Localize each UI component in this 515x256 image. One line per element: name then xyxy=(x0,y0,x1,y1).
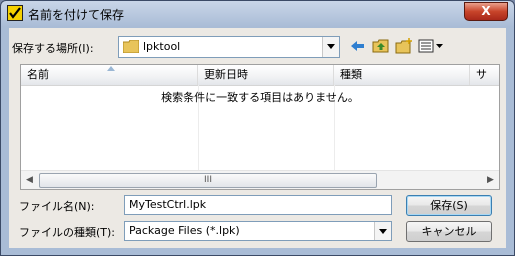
sort-ascending-icon xyxy=(107,66,115,71)
column-header-type[interactable]: 種類 xyxy=(334,65,470,85)
location-combo[interactable]: lpktool xyxy=(118,36,340,58)
file-list[interactable]: 名前 更新日時 種類 サ 検索条件に一致する項目はありません。 ◀ III ▶ xyxy=(20,64,500,190)
scroll-right-icon[interactable]: ▶ xyxy=(482,171,499,189)
column-header-name[interactable]: 名前 xyxy=(21,65,198,85)
location-value: lpktool xyxy=(143,40,181,53)
cancel-button[interactable]: キャンセル xyxy=(406,221,492,242)
filetype-value: Package Files (*.lpk) xyxy=(129,224,240,237)
dialog-body: 保存する場所(I): lpktool 名前 更新日時 種類 サ 検索条件に一致す… xyxy=(9,28,506,248)
filename-value: MyTestCtrl.lpk xyxy=(129,198,207,211)
folder-icon xyxy=(123,40,139,53)
column-header-modified[interactable]: 更新日時 xyxy=(198,65,334,85)
checkmark-app-icon xyxy=(7,5,23,21)
chevron-down-icon[interactable] xyxy=(374,222,391,240)
close-button[interactable]: X xyxy=(464,2,508,21)
filename-input[interactable]: MyTestCtrl.lpk xyxy=(124,195,392,215)
scroll-left-icon[interactable]: ◀ xyxy=(21,171,38,189)
window-title: 名前を付けて保存 xyxy=(28,8,125,22)
filetype-label: ファイルの種類(T): xyxy=(19,226,116,239)
filetype-select[interactable]: Package Files (*.lpk) xyxy=(124,221,392,241)
up-folder-icon[interactable] xyxy=(371,37,391,55)
column-header-size[interactable]: サ xyxy=(470,65,499,85)
save-button[interactable]: 保存(S) xyxy=(406,195,492,216)
list-header: 名前 更新日時 種類 サ xyxy=(21,65,499,86)
title-bar[interactable]: 名前を付けて保存 X xyxy=(1,1,514,27)
column-name-label: 名前 xyxy=(27,68,49,81)
filename-label: ファイル名(N): xyxy=(19,200,95,213)
back-arrow-icon[interactable] xyxy=(348,37,368,55)
view-menu-icon[interactable] xyxy=(417,37,445,55)
new-folder-icon[interactable] xyxy=(394,37,414,55)
save-dialog-window: 名前を付けて保存 X 保存する場所(I): lpktool 名前 更新日時 種類… xyxy=(0,0,515,256)
scrollbar-thumb[interactable]: III xyxy=(39,173,377,188)
chevron-down-icon[interactable] xyxy=(322,37,339,57)
horizontal-scrollbar[interactable]: ◀ III ▶ xyxy=(21,170,499,189)
empty-message: 検索条件に一致する項目はありません。 xyxy=(161,91,359,104)
location-label: 保存する場所(I): xyxy=(12,42,94,55)
